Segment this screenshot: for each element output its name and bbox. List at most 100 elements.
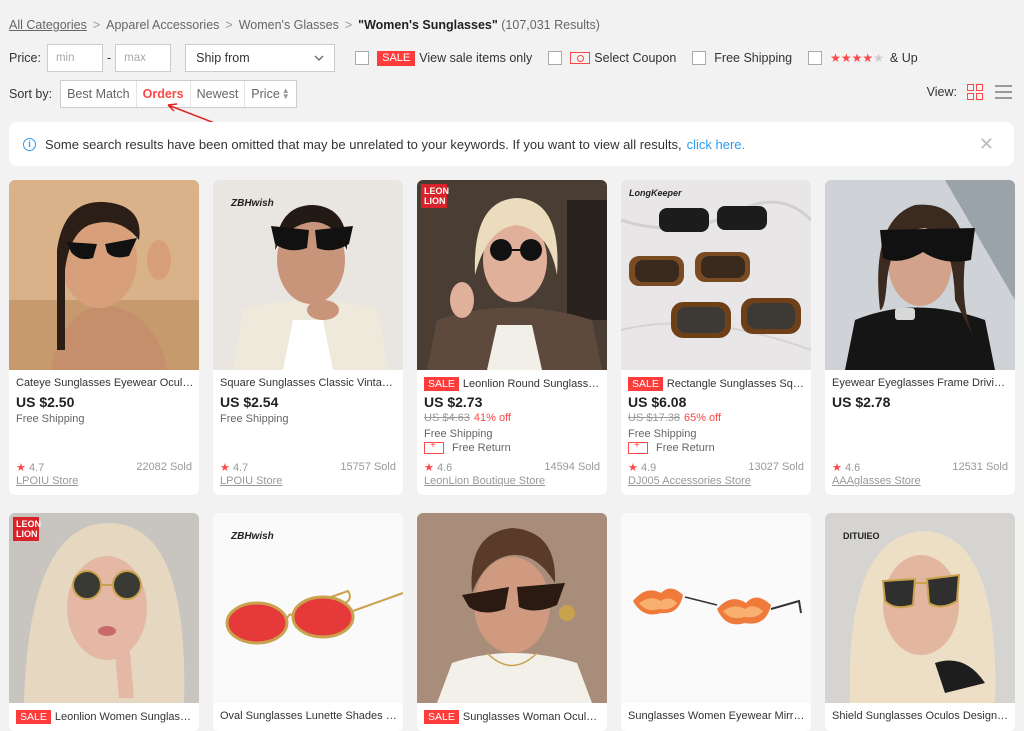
star-icon: ★ [16,462,26,474]
free-return: Free Return [628,440,715,454]
coupon-checkbox[interactable] [548,51,563,65]
product-rating: ★ 4.7 [16,462,45,474]
brand-watermark: ZBHwish [231,531,274,542]
original-price: US $17.38 65% off [628,412,722,424]
sale-badge: SALE [628,377,663,391]
sold-count: 22082 Sold [136,461,192,473]
search-query: "Women's Sunglasses" [358,18,498,32]
brand-logo: LEON LION [421,184,449,208]
price-dash: - [106,51,112,65]
product-card[interactable]: Eyewear Eyeglasses Frame Driving Women U… [825,180,1015,495]
product-image[interactable]: DITUIEO [825,513,1015,703]
product-image[interactable]: ZBHwish [213,180,403,370]
sale-items-label: View sale items only [419,51,533,65]
product-title[interactable]: Cateye Sunglasses Eyewear Oculos Women V… [16,377,194,389]
product-title[interactable]: SALELeonlion Round Sunglasses Women [424,377,602,391]
product-title[interactable]: SALELeonlion Women Sunglasses Round [16,710,194,724]
star-rating-icon: ★★★★★ [830,51,884,65]
coupon-filter[interactable]: Select Coupon [548,51,676,65]
star-icon: ★ [628,462,638,474]
free-shipping-label: Free Shipping [714,51,793,65]
shipping-info: Free Shipping [220,413,289,425]
store-link[interactable]: LeonLion Boutique Store [424,475,545,487]
sold-count: 13027 Sold [748,461,804,473]
ship-from-select[interactable]: Ship from [185,44,336,72]
product-card[interactable]: DITUIEO Shield Sunglasses Oculos Designe… [825,513,1015,731]
product-title[interactable]: Eyewear Eyeglasses Frame Driving Women [832,377,1010,389]
product-rating: ★ 4.9 [628,462,657,474]
breadcrumb: All Categories > Apparel Accessories > Women… [9,18,600,32]
star-icon: ★ [832,462,842,474]
chevron-down-icon [314,55,324,61]
return-icon [628,440,648,454]
product-card[interactable]: SALESunglasses Woman Oculos Cat Eye [417,513,607,731]
sale-badge: SALE [424,377,459,391]
ship-from-value: Ship from [196,51,250,65]
free-shipping-filter[interactable]: Free Shipping [692,51,792,65]
list-view-icon[interactable] [995,85,1012,99]
sort-best-match[interactable]: Best Match [61,81,137,107]
product-image[interactable]: LEON LION [9,513,199,703]
product-card[interactable]: Cateye Sunglasses Eyewear Oculos Women V… [9,180,199,495]
view-label: View: [926,85,957,99]
sort-price[interactable]: Price ▲ ▼ [245,81,295,107]
sale-badge: SALE [16,710,51,724]
sale-items-checkbox[interactable] [355,51,370,65]
product-card[interactable]: Sunglasses Women Eyewear Mirror Fire [621,513,811,731]
store-link[interactable]: LPOIU Store [220,475,282,487]
close-icon[interactable]: ✕ [979,135,994,153]
product-image[interactable] [825,180,1015,370]
product-title[interactable]: SALERectangle Sunglasses Square Women [628,377,806,391]
product-card[interactable]: ZBHwish Oval Sunglasses Lunette Shades B… [213,513,403,731]
product-card[interactable]: ZBHwish Square Sunglasses Classic Vintag… [213,180,403,495]
info-icon: i [23,137,36,151]
brand-watermark: LongKeeper [629,188,682,198]
star-icon: ★ [424,462,434,474]
store-link[interactable]: AAAglasses Store [832,475,921,487]
product-image[interactable] [417,513,607,703]
breadcrumb-separator: > [344,18,353,32]
product-title[interactable]: Sunglasses Women Eyewear Mirror Fire [628,710,806,722]
star-icon: ★ [220,462,230,474]
product-card[interactable]: LEON LION SALE Leonlion Round Sunglasses … [417,180,607,495]
grid-view-icon[interactable] [967,84,983,100]
product-image[interactable] [9,180,199,370]
sort-price-label: Price [251,87,280,101]
view-switch: View: [927,84,1012,100]
product-title[interactable]: Shield Sunglasses Oculos Designer Women [832,710,1010,722]
original-price: US $4.63 41% off [424,412,511,424]
product-image[interactable] [621,513,811,703]
store-link[interactable]: LPOIU Store [16,475,78,487]
product-title[interactable]: SALESunglasses Woman Oculos Cat Eye [424,710,602,724]
price-max-input[interactable]: max [115,44,172,72]
coupon-label: Select Coupon [594,51,677,65]
product-price: US $2.54 [220,394,279,410]
result-count: (107,031 Results) [501,18,600,32]
product-price: US $2.50 [16,394,75,410]
breadcrumb-all-categories[interactable]: All Categories [9,18,87,32]
product-title[interactable]: Square Sunglasses Classic Vintage Women … [220,377,398,389]
product-title[interactable]: Oval Sunglasses Lunette Shades Black Wom… [220,710,398,722]
product-rating: ★ 4.6 [832,462,861,474]
product-card[interactable]: LongKeeper SALE Rectangle Sunglasses Squa… [621,180,811,495]
free-return: Free Return [424,440,511,454]
breadcrumb-separator: > [92,18,101,32]
product-price: US $2.78 [832,394,891,410]
product-image[interactable]: ZBHwish [213,513,403,703]
view-all-link[interactable]: click here. [687,137,746,152]
product-image[interactable]: LEON LION [417,180,607,370]
breadcrumb-apparel-accessories[interactable]: Apparel Accessories [106,18,219,32]
product-card[interactable]: LEON LION SALE Leonlion Women Sunglasses … [9,513,199,731]
sort-arrows-icon: ▲ ▼ [281,86,290,101]
rating-checkbox[interactable] [808,51,823,65]
breadcrumb-womens-glasses[interactable]: Women's Glasses [239,18,339,32]
sale-items-filter[interactable]: SALE View sale items only [355,50,533,66]
free-shipping-checkbox[interactable] [692,51,707,65]
shipping-info: Free Shipping [16,413,85,425]
product-image[interactable]: LongKeeper [621,180,811,370]
store-link[interactable]: DJ005 Accessories Store [628,475,751,487]
rating-filter[interactable]: ★★★★★ & Up [808,51,918,65]
sale-badge: SALE [424,710,459,724]
price-min-input[interactable]: min [46,44,103,72]
brand-watermark: DITUIEO [843,531,880,541]
